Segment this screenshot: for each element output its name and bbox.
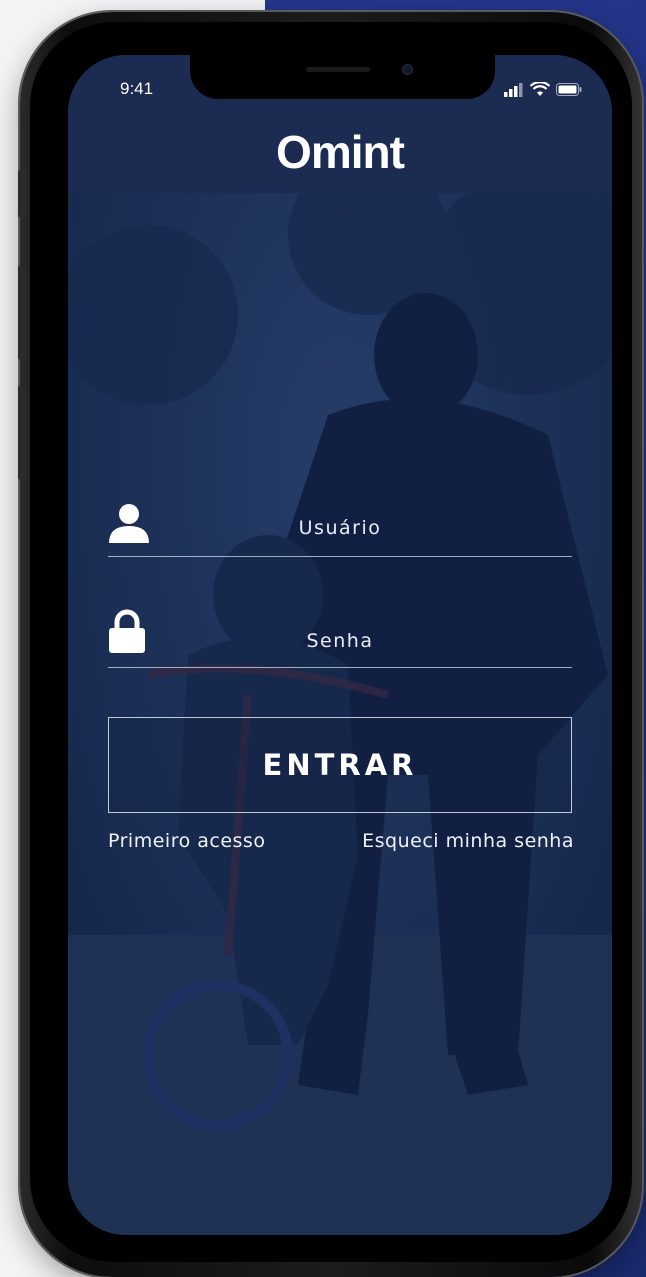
phone-notch: [190, 55, 495, 99]
app-header: 9:41 Omint: [68, 55, 612, 193]
login-button[interactable]: ENTRAR: [108, 717, 572, 813]
app-screen: 9:41 Omint Usuário Senha ENTRAR Primeiro…: [68, 55, 612, 1235]
username-field[interactable]: Usuário: [108, 500, 572, 557]
forgot-password-link[interactable]: Esqueci minha senha: [362, 830, 574, 852]
battery-icon: [556, 83, 582, 96]
username-label: Usuário: [298, 517, 382, 539]
signal-icon: [504, 82, 523, 97]
omint-logo: Omint: [276, 126, 405, 178]
speaker-grille: [306, 67, 370, 72]
phone-volume-down: [18, 385, 26, 480]
password-field[interactable]: Senha: [108, 605, 572, 668]
status-time: 9:41: [120, 79, 154, 98]
phone-volume-up: [18, 265, 26, 360]
first-access-link[interactable]: Primeiro acesso: [108, 830, 265, 852]
wifi-icon: [530, 82, 550, 96]
phone-mute-switch: [18, 170, 26, 218]
status-icons: [504, 82, 582, 97]
front-camera: [402, 64, 413, 75]
password-label: Senha: [306, 630, 374, 652]
